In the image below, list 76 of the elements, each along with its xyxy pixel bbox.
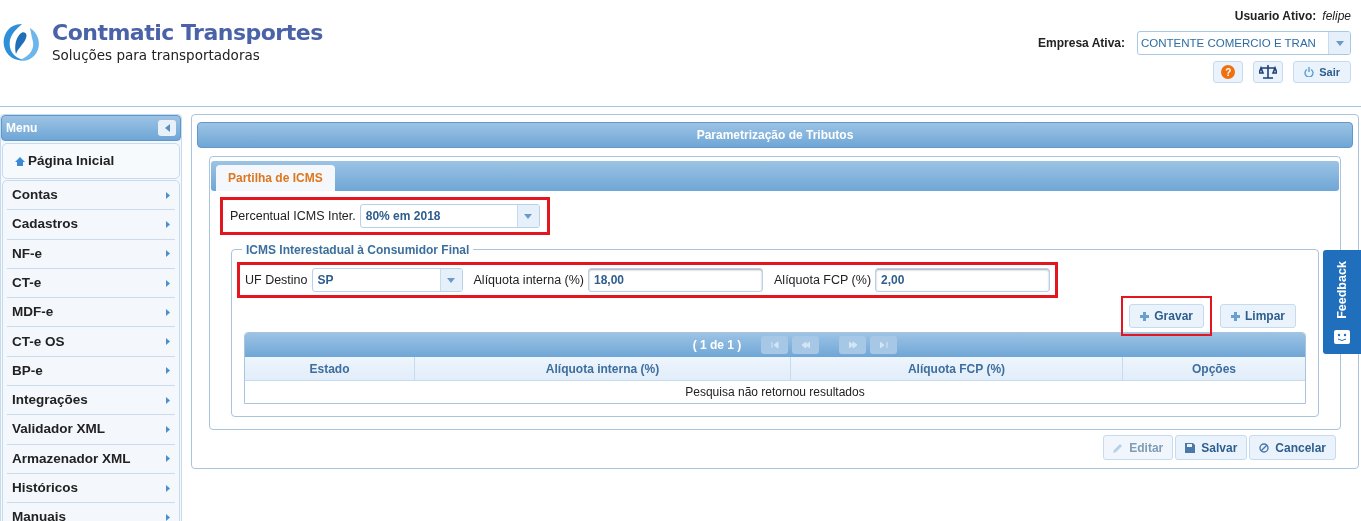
caret-right-icon — [166, 220, 170, 228]
caret-icon — [524, 213, 533, 219]
power-icon — [1304, 67, 1315, 77]
action-button[interactable]: Cancelar — [1249, 435, 1336, 460]
menu-item[interactable]: Integrações — [7, 386, 175, 416]
input-field[interactable]: 18,00 — [588, 268, 763, 292]
caret-right-icon — [166, 191, 170, 199]
previous-page-icon — [801, 341, 810, 349]
user-name: felipe — [1322, 8, 1351, 25]
action-button[interactable]: Salvar — [1175, 435, 1248, 460]
menu-item[interactable]: BP-e — [7, 356, 175, 387]
plus-icon — [1140, 311, 1150, 321]
field-label: Percentual ICMS Inter. — [230, 207, 356, 225]
help-icon — [1221, 65, 1236, 79]
caret-right-icon — [166, 455, 170, 463]
column-header: Opções — [1191, 360, 1237, 378]
field-label: Alíquota FCP (%) — [774, 271, 872, 289]
cancel-icon — [1259, 442, 1270, 453]
pager-button[interactable] — [761, 336, 789, 354]
caret-right-icon — [166, 279, 170, 287]
menu-item[interactable]: Validador XML — [7, 415, 175, 445]
floppy-icon — [1185, 442, 1196, 453]
first-page-icon — [770, 341, 779, 349]
menu-item[interactable]: CT-e OS — [7, 327, 175, 357]
caret-right-icon — [166, 426, 170, 433]
action-button[interactable]: Limpar — [1220, 304, 1296, 328]
company-select[interactable]: CONTENTE COMERCIO E TRAN — [1137, 31, 1351, 55]
collapse-button[interactable] — [158, 120, 176, 136]
brand-title: Contmatic Transportes — [52, 20, 323, 46]
caret-right-icon — [166, 308, 170, 316]
user-label: Usuario Ativo: — [1234, 8, 1317, 25]
scales-icon — [1259, 64, 1278, 80]
company-label: Empresa Ativa: — [1038, 35, 1125, 52]
caret-left-icon — [164, 124, 170, 132]
pencil-icon — [1113, 442, 1124, 453]
input-field[interactable]: 2,00 — [875, 268, 1051, 292]
next-page-icon — [848, 341, 857, 349]
caret-right-icon — [166, 396, 170, 404]
caret-icon — [447, 277, 456, 283]
field-label: Alíquota interna (%) — [473, 271, 584, 289]
column-header: Alíquota FCP (%) — [791, 357, 1123, 380]
caret-right-icon — [166, 367, 170, 375]
menu-item[interactable]: CT-e — [7, 268, 175, 299]
caret-right-icon — [166, 338, 170, 346]
smiley-icon — [1334, 330, 1350, 344]
pager-button[interactable] — [839, 336, 867, 354]
feedback-tab[interactable]: Feedback — [1323, 250, 1361, 354]
scales-button[interactable] — [1253, 61, 1284, 83]
caret-right-icon — [166, 250, 170, 258]
home-link[interactable]: Página Inicial — [2, 143, 180, 179]
column-header: Estado — [245, 357, 415, 380]
home-icon — [15, 156, 25, 166]
menu-title: Menu — [6, 120, 38, 137]
panel-title-bar: Parametrização de Tributos — [197, 122, 1353, 148]
menu-item[interactable]: MDF-e — [7, 298, 175, 328]
page-counter: ( 1 de 1 ) — [692, 337, 742, 354]
field-label: UF Destino — [245, 271, 308, 289]
menu-item[interactable]: Históricos — [7, 473, 175, 504]
percent-select[interactable]: 80% em 2018 — [359, 204, 540, 228]
brand-subtitle: Soluções para transportadoras — [52, 46, 261, 64]
menu-item[interactable]: Manuais — [7, 503, 175, 521]
caret-icon — [1335, 40, 1344, 46]
menu-item[interactable]: Cadastros — [7, 210, 175, 240]
uf-select[interactable]: SP — [311, 268, 463, 292]
menu-item[interactable]: NF-e — [7, 239, 175, 269]
pager-button[interactable] — [870, 336, 898, 354]
action-button[interactable]: Gravar — [1129, 304, 1204, 328]
menu-item[interactable]: Contas — [7, 181, 175, 211]
column-header: Alíquota interna (%) — [415, 357, 791, 380]
pager-button[interactable] — [792, 336, 820, 354]
plus-icon — [1231, 311, 1240, 321]
menu-item[interactable]: Armazenador XML — [7, 444, 175, 474]
caret-right-icon — [166, 513, 170, 521]
caret-right-icon — [166, 484, 170, 492]
logout-button[interactable]: Sair — [1293, 61, 1351, 83]
last-page-icon — [879, 341, 888, 349]
